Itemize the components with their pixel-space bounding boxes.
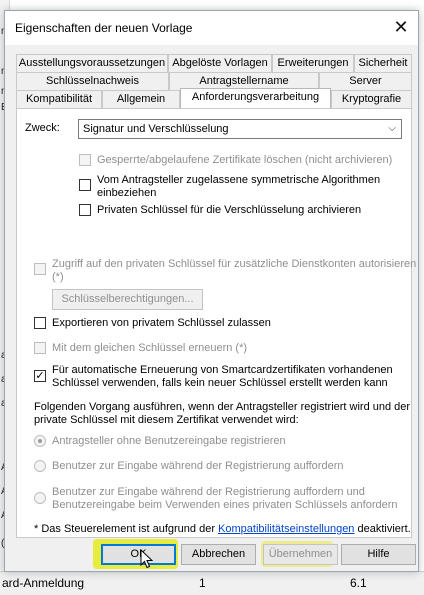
tab-compatibility[interactable]: Kompatibilität	[16, 90, 102, 108]
symmetric-algorithms-label-line2: einbeziehen	[97, 187, 157, 199]
background-row-col2: 1	[199, 576, 206, 590]
cancel-button[interactable]: Abbrechen	[181, 544, 256, 565]
archive-key-label: Privaten Schlüssel für die Verschlüsselu…	[97, 204, 362, 216]
purpose-select[interactable]: Signatur und Verschlüsselung ⌵	[78, 119, 402, 139]
tab-extensions[interactable]: Erweiterungen	[272, 54, 354, 72]
radio-prompt-enrollment-and-key-use[interactable]	[34, 492, 46, 504]
smartcard-renewal-checkbox[interactable]: ✓	[34, 370, 46, 382]
smartcard-renewal-label-line1: Für automatische Erneuerung von Smartcar…	[52, 364, 393, 376]
purpose-label: Zweck:	[25, 122, 60, 134]
close-button[interactable]: ✕	[388, 15, 414, 41]
radio-prompt-enrollment-and-key-use-line2: Benutzereingabe beim Verwenden eines pri…	[52, 499, 398, 511]
smartcard-renewal-label-line2: Schlüssel verwenden, falls kein neuer Sc…	[52, 377, 388, 389]
radio-no-user-input-label: Antragsteller ohne Benutzereingabe regis…	[52, 435, 286, 447]
tab-superseded-templates[interactable]: Abgelöste Vorlagen	[168, 54, 272, 72]
checkmark-icon: ✓	[35, 370, 45, 382]
background-row-col3: 6.1	[350, 576, 367, 590]
tab-request-handling[interactable]: Anforderungsverarbeitung	[180, 88, 331, 108]
tab-general[interactable]: Allgemein	[102, 90, 180, 108]
process-description-line1: Folgenden Vorgang ausführen, wenn der An…	[34, 401, 411, 413]
archive-key-checkbox[interactable]	[79, 204, 91, 216]
tab-issuance-requirements[interactable]: Ausstellungsvoraussetzungen	[16, 54, 168, 72]
close-icon: ✕	[393, 17, 409, 37]
service-account-access-label-line2: (*)	[52, 271, 64, 283]
delete-revoked-label: Gesperrte/abgelaufene Zertifikate lösche…	[97, 154, 393, 166]
ok-button[interactable]: OK	[101, 544, 176, 565]
apply-button[interactable]: Übernehmen	[263, 544, 338, 565]
symmetric-algorithms-label-line1: Vom Antragsteller zugelassene symmetrisc…	[97, 174, 381, 186]
mouse-pointer-icon	[140, 549, 154, 569]
footnote-prefix: * Das Steuerelement ist aufgrund der	[34, 523, 215, 535]
radio-prompt-enrollment-and-key-use-line1: Benutzer zur Eingabe während der Registr…	[52, 486, 365, 498]
chevron-down-icon: ⌵	[388, 123, 396, 134]
purpose-value: Signatur und Verschlüsselung	[83, 123, 229, 135]
renew-same-key-checkbox[interactable]	[34, 342, 46, 354]
allow-export-checkbox[interactable]	[34, 317, 46, 329]
process-description-line2: private Schlüssel mit diesem Zertifikat …	[34, 414, 299, 426]
radio-prompt-during-enrollment[interactable]	[34, 460, 46, 472]
radio-prompt-during-enrollment-label: Benutzer zur Eingabe während der Registr…	[52, 460, 344, 472]
tab-server[interactable]: Server	[319, 72, 412, 90]
request-handling-page: Zweck: Signatur und Verschlüsselung ⌵ Ge…	[16, 108, 416, 538]
footnote: * Das Steuerelement ist aufgrund der Kom…	[34, 523, 411, 536]
help-button[interactable]: Hilfe	[341, 544, 416, 565]
delete-revoked-checkbox[interactable]	[79, 154, 91, 166]
title-bar[interactable]: Eigenschaften der neuen Vorlage ✕	[5, 11, 418, 45]
background-row-name: ard-Anmeldung	[2, 576, 85, 590]
allow-export-label: Exportieren von privatem Schlüssel zulas…	[52, 317, 271, 329]
renew-same-key-label: Mit dem gleichen Schlüssel erneuern (*)	[52, 342, 248, 354]
symmetric-algorithms-checkbox[interactable]	[79, 179, 91, 191]
tab-security[interactable]: Sicherheit	[354, 54, 412, 72]
tab-cryptography[interactable]: Kryptografie	[331, 90, 412, 108]
compatibility-settings-link[interactable]: Kompatibilitätseinstellungen	[218, 523, 354, 535]
radio-no-user-input[interactable]	[34, 435, 46, 447]
tab-key-attestation[interactable]: Schlüsselnachweis	[16, 72, 169, 90]
service-account-access-checkbox[interactable]	[34, 263, 46, 275]
footnote-suffix: deaktiviert.	[357, 523, 411, 535]
service-account-access-label-line1: Zugriff auf den privaten Schlüssel für z…	[52, 258, 417, 270]
key-permissions-button[interactable]: Schlüsselberechtigungen...	[52, 289, 203, 310]
dialog-title: Eigenschaften der neuen Vorlage	[15, 21, 193, 35]
template-properties-dialog: Eigenschaften der neuen Vorlage ✕ Ausste…	[4, 10, 419, 572]
background-list-row[interactable]: ard-Anmeldung 1 6.1	[0, 571, 424, 595]
